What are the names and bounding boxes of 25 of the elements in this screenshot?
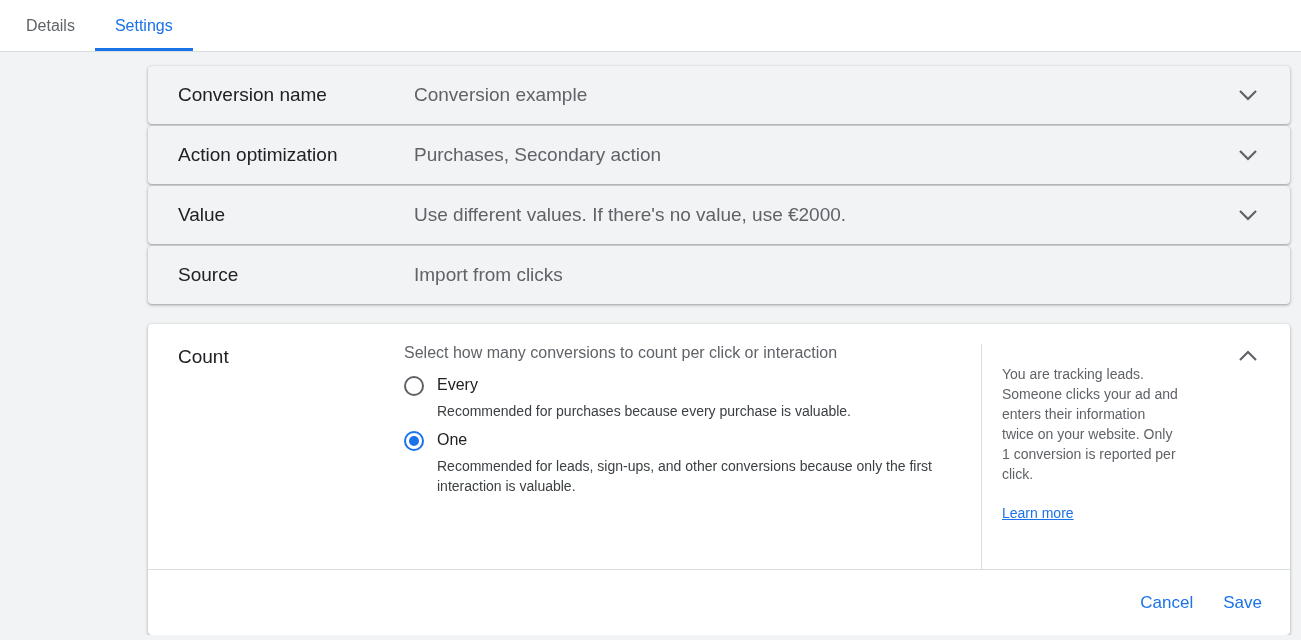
tab[interactable]: Details [6,0,95,51]
option-description: Recommended for purchases because every purchase is valuable. [437,402,852,421]
row-label: Conversion name [178,84,328,106]
settings-row[interactable]: Action optimization Purchases, Secondary action [148,126,1290,184]
row-value: Conversion example [414,84,589,106]
row-value: Import from clicks [414,264,564,286]
row-label: Value [178,204,227,226]
text-button[interactable]: Save [1215,584,1270,621]
option-title: One [437,431,469,449]
row-value: Use different values. If there's no value, use €2000. [414,204,848,226]
prompt-text: Select how many conversions to count per click or interaction [404,344,839,362]
text-button[interactable]: Cancel [1132,584,1202,621]
tab[interactable]: Settings [94,0,193,51]
settings-row[interactable]: Value Use different values. If there's no value, use €2000. [148,186,1290,244]
radio-button[interactable] [404,376,424,396]
row-value: Purchases, Secondary action [414,144,663,166]
option-description: Recommended for leads, sign-ups, and other conversions because only the first interaction is valuable. [437,457,933,496]
settings-row[interactable]: Source Import from clicks [148,246,1290,304]
option-title: Every [437,376,479,394]
row-label: Source [178,264,240,286]
learn-more-link[interactable]: Learn more [1002,505,1074,521]
radio-button[interactable] [404,431,424,451]
row-label: Action optimization [178,144,339,166]
settings-row[interactable]: Conversion name Conversion example [148,66,1290,124]
help-text: You are tracking leads. Someone clicks your ad and enters their information twice on your website. Only 1 conversion is reported per click. [1002,365,1179,484]
